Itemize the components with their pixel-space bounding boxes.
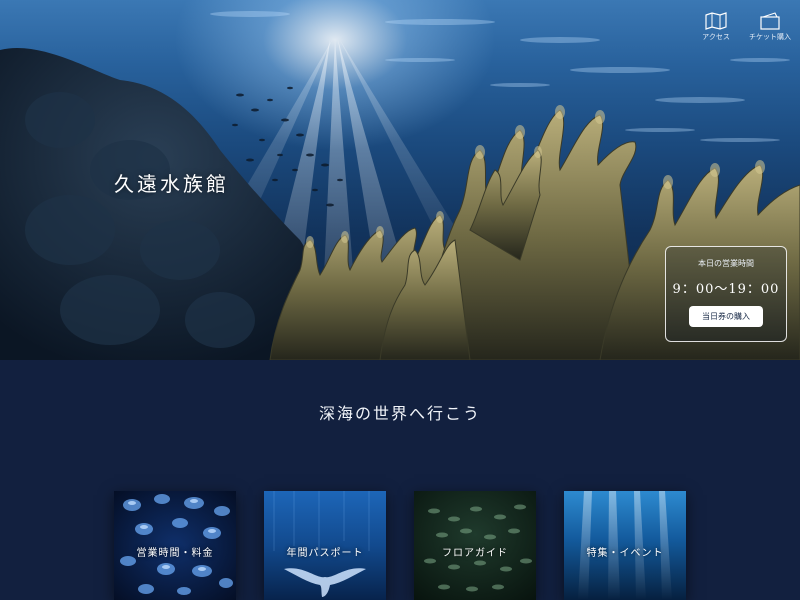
card-features-events[interactable]: 特集・イベント (564, 491, 686, 600)
buy-same-day-ticket-button[interactable]: 当日券の購入 (689, 306, 763, 327)
site-logo[interactable]: 久遠水族館 (114, 168, 229, 197)
map-icon (705, 12, 727, 30)
ticket-label: チケット購入 (749, 33, 791, 41)
hours-title: 本日の営業時間 (698, 259, 754, 268)
section-title: 深海の世界へ行こう (318, 404, 481, 423)
ticket-purchase-link[interactable]: チケット購入 (740, 12, 800, 42)
ticket-icon (760, 12, 780, 30)
card-hours-prices[interactable]: 営業時間・料金 (114, 491, 236, 600)
card-label: 年間パスポート (286, 548, 364, 559)
card-label: 営業時間・料金 (136, 548, 214, 559)
access-link[interactable]: アクセス (686, 12, 746, 42)
hours-time: 9：00〜19：00 (672, 282, 780, 297)
card-annual-passport[interactable]: 年間パスポート (264, 491, 386, 600)
access-label: アクセス (702, 33, 730, 41)
hero-banner: 久遠水族館 アクセス チケット購入 本日の営業時間 9：00〜19：00 当日券… (0, 0, 800, 360)
today-hours-panel: 本日の営業時間 9：00〜19：00 当日券の購入 (665, 246, 787, 342)
card-floor-guide[interactable]: フロアガイド (414, 491, 536, 600)
card-label: フロアガイド (442, 548, 508, 559)
card-label: 特集・イベント (586, 548, 664, 559)
